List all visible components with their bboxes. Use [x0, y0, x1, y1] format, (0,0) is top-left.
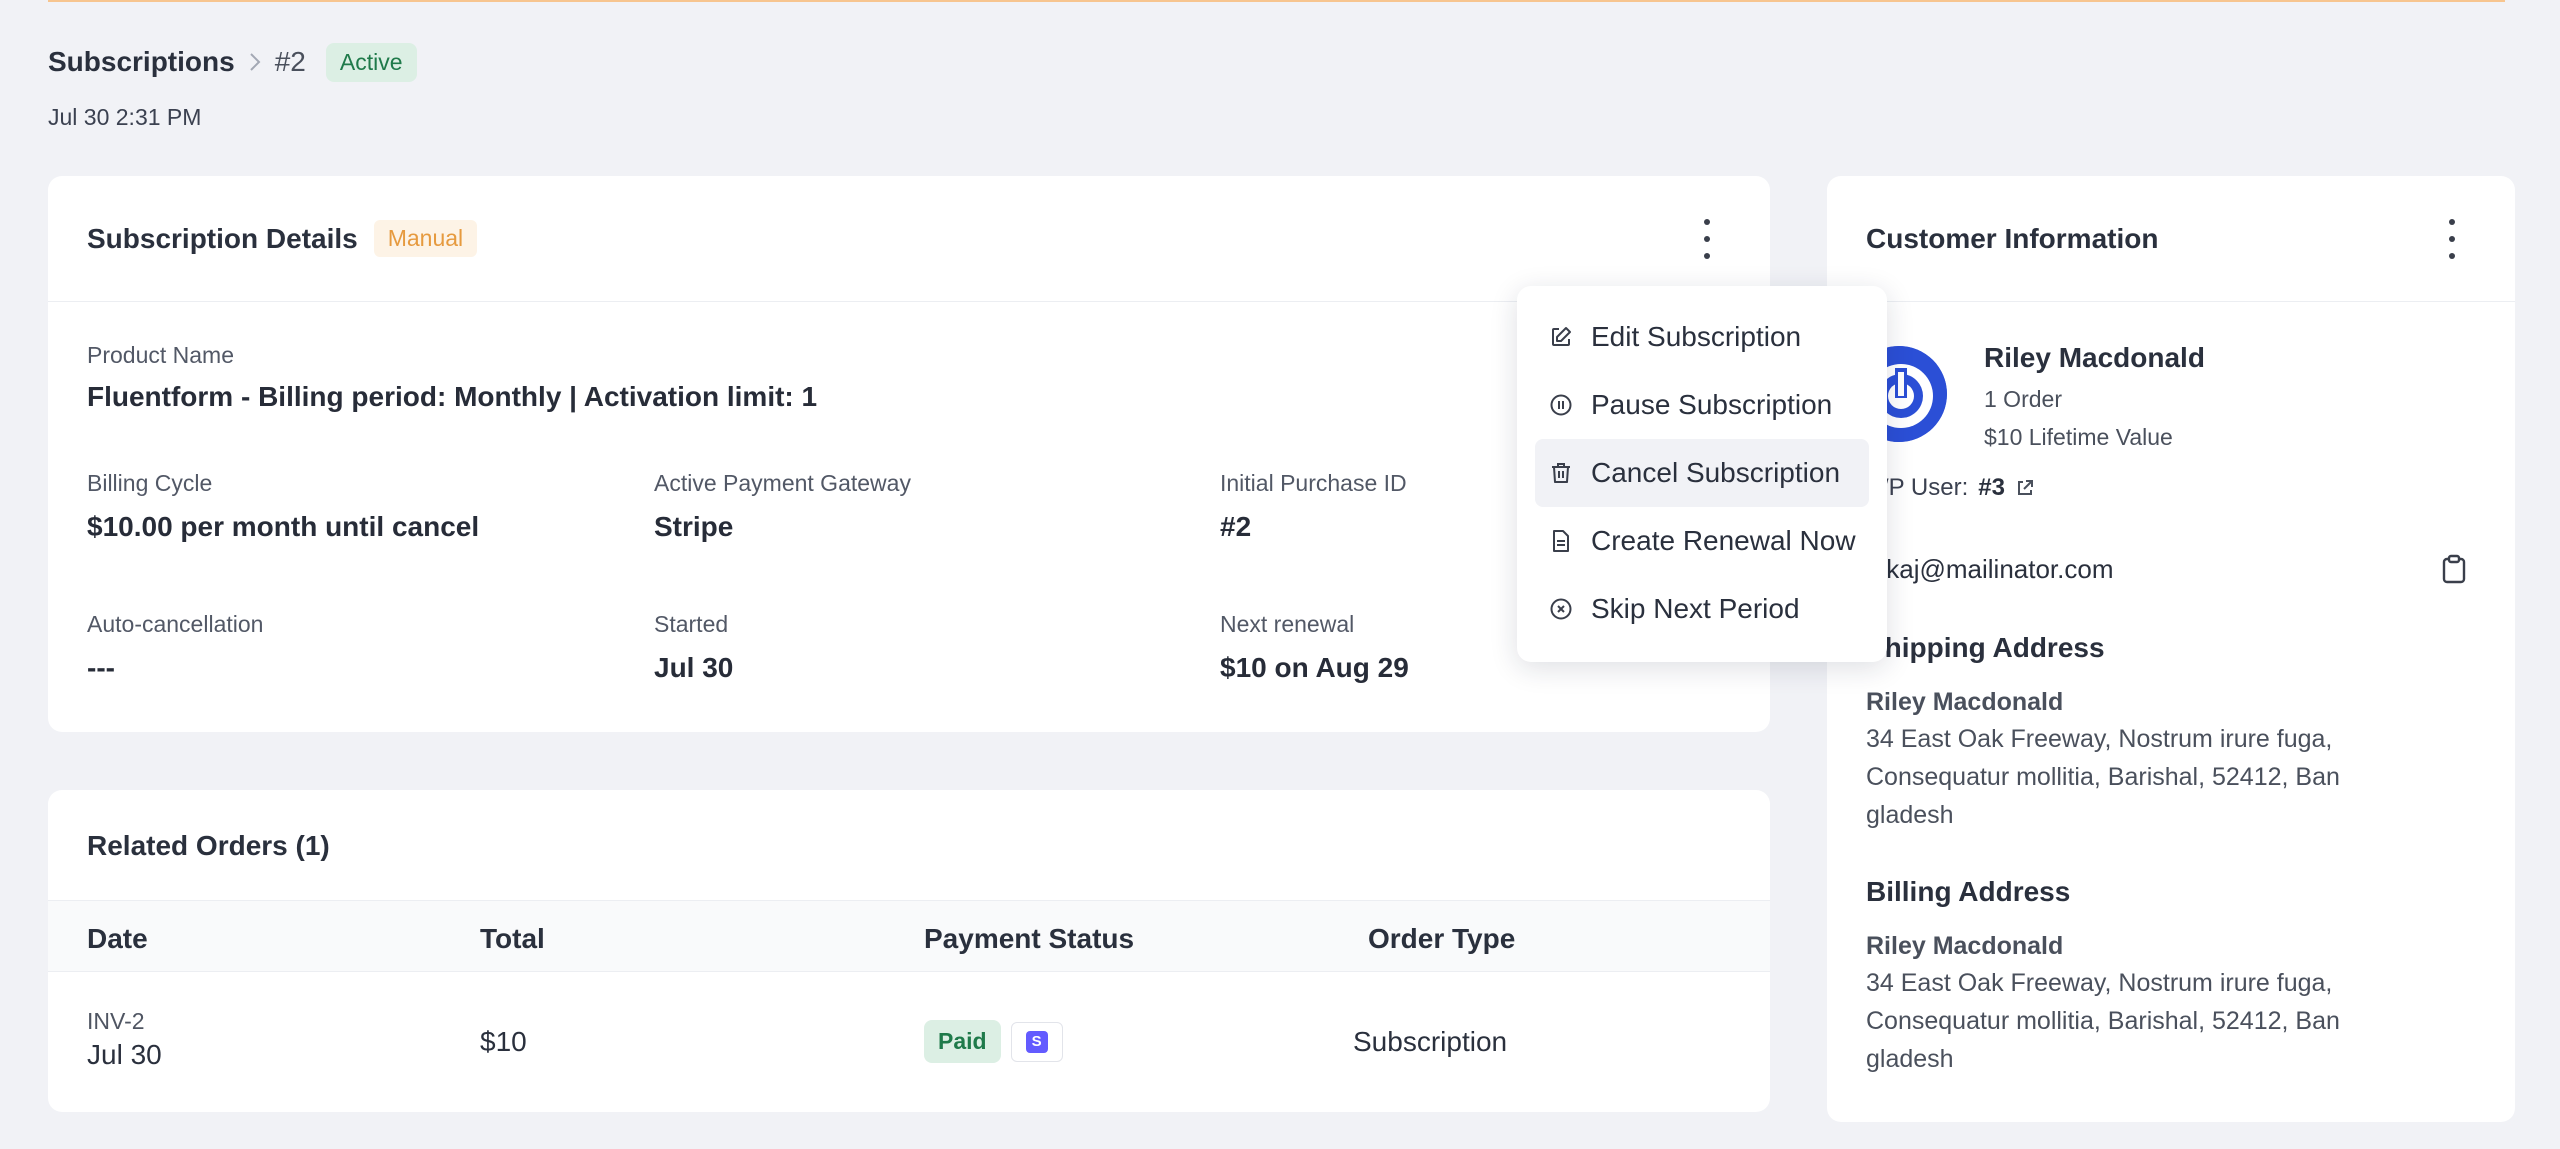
stripe-icon: S — [1010, 1021, 1063, 1062]
customer-email: jekaj@mailinator.com — [1866, 554, 2114, 584]
payment-status-cell: Paid S — [924, 1020, 1063, 1063]
external-link-icon[interactable] — [2015, 478, 2035, 498]
billing-address-title: Billing Address — [1866, 876, 2071, 907]
payment-gateway-label: Active Payment Gateway — [654, 470, 911, 496]
customer-more-options-icon[interactable] — [2437, 218, 2467, 259]
product-name-label: Product Name — [87, 342, 235, 368]
column-total: Total — [480, 923, 545, 954]
order-date: Jul 30 — [87, 1039, 162, 1070]
auto-cancellation-value: --- — [87, 652, 115, 683]
menu-item-edit-subscription[interactable]: Edit Subscription — [1535, 303, 1869, 371]
breadcrumb-subscriptions-link[interactable]: Subscriptions — [48, 46, 235, 78]
column-payment-status: Payment Status — [924, 923, 1135, 954]
billing-name: Riley Macdonald — [1866, 932, 2064, 960]
auto-cancellation-label: Auto-cancellation — [87, 611, 264, 637]
product-name-value: Fluentform - Billing period: Monthly | A… — [87, 381, 818, 412]
started-field: Started Jul 30 — [654, 611, 733, 684]
menu-item-cancel-subscription[interactable]: Cancel Subscription — [1535, 439, 1869, 507]
subscription-id: #2 — [274, 46, 306, 77]
menu-item-label: Pause Subscription — [1591, 389, 1833, 420]
invoice-number[interactable]: INV-2 — [87, 1008, 162, 1035]
stripe-letter: S — [1025, 1030, 1048, 1053]
started-label: Started — [654, 611, 729, 637]
trash-icon — [1552, 463, 1570, 483]
breadcrumb: Subscriptions #2 Active — [48, 40, 417, 84]
next-renewal-label: Next renewal — [1220, 611, 1355, 637]
menu-item-label: Create Renewal Now — [1591, 525, 1856, 556]
wp-user: WP User: #3 — [1866, 474, 2035, 502]
related-orders-title: Related Orders (1) — [87, 830, 330, 861]
order-total: $10 — [480, 1026, 527, 1057]
subscription-date: Jul 30 2:31 PM — [48, 104, 202, 130]
column-date: Date — [87, 923, 148, 954]
billing-address: 34 East Oak Freeway, Nostrum irure fuga,… — [1866, 969, 2340, 1073]
product-name-field: Product Name Fluentform - Billing period… — [87, 342, 817, 413]
subscription-details-card: Subscription Details Manual Product Name… — [48, 176, 1770, 732]
top-accent-line — [48, 0, 2505, 2]
manual-badge: Manual — [373, 220, 478, 257]
paid-badge: Paid — [924, 1020, 1001, 1063]
billing-cycle-field: Billing Cycle $10.00 per month until can… — [87, 470, 479, 543]
document-icon — [1553, 530, 1569, 552]
shipping-address-title: Shipping Address — [1866, 632, 2105, 663]
clipboard-icon[interactable] — [2441, 554, 2467, 589]
menu-item-create-renewal[interactable]: Create Renewal Now — [1535, 507, 1869, 575]
edit-icon — [1552, 327, 1571, 346]
order-type: Subscription — [1353, 1026, 1508, 1057]
orders-table-header: Date Total Payment Status Order Type — [48, 900, 1770, 972]
related-orders-card: Related Orders (1) Date Total Payment St… — [48, 790, 1770, 1112]
menu-item-label: Edit Subscription — [1591, 321, 1802, 352]
chevron-right-icon — [235, 52, 275, 72]
payment-gateway-field: Active Payment Gateway Stripe — [654, 470, 911, 543]
customer-information-title: Customer Information — [1866, 222, 2159, 254]
menu-item-pause-subscription[interactable]: Pause Subscription — [1535, 371, 1869, 439]
menu-item-label: Cancel Subscription — [1591, 457, 1841, 488]
shipping-name: Riley Macdonald — [1866, 688, 2064, 716]
shipping-address: 34 East Oak Freeway, Nostrum irure fuga,… — [1866, 725, 2340, 829]
pause-icon — [1550, 394, 1572, 416]
customer-name[interactable]: Riley Macdonald — [1984, 342, 2205, 374]
order-date-cell: INV-2 Jul 30 — [87, 1008, 162, 1071]
table-row[interactable]: INV-2 Jul 30 $10 Paid S Subscription — [48, 972, 1770, 1112]
subscription-actions-menu: Edit Subscription Pause Subscription Can… — [1517, 286, 1887, 662]
subscription-details-header: Subscription Details Manual — [48, 176, 1770, 302]
close-circle-icon — [1550, 598, 1572, 620]
customer-information-card: Customer Information Riley Macdonald 1 O… — [1827, 176, 2515, 1122]
auto-cancellation-field: Auto-cancellation --- — [87, 611, 263, 684]
wp-user-id[interactable]: #3 — [1978, 474, 2005, 502]
next-renewal-value: $10 on Aug 29 — [1220, 652, 1409, 683]
customer-information-header: Customer Information — [1827, 176, 2515, 302]
customer-lifetime-value: $10 Lifetime Value — [1984, 424, 2173, 450]
initial-purchase-value[interactable]: #2 — [1220, 511, 1407, 543]
next-renewal-field: Next renewal $10 on Aug 29 — [1220, 611, 1409, 684]
column-order-type: Order Type — [1368, 923, 1516, 954]
customer-order-count: 1 Order — [1984, 386, 2062, 412]
billing-cycle-label: Billing Cycle — [87, 470, 213, 496]
payment-gateway-value: Stripe — [654, 511, 734, 542]
billing-cycle-value: $10.00 per month until cancel — [87, 511, 480, 542]
menu-item-label: Skip Next Period — [1591, 593, 1800, 624]
initial-purchase-field: Initial Purchase ID #2 — [1220, 470, 1407, 543]
started-value: Jul 30 — [654, 652, 734, 683]
subscription-details-title: Subscription Details — [87, 222, 358, 254]
status-badge: Active — [325, 42, 417, 82]
initial-purchase-label: Initial Purchase ID — [1220, 470, 1407, 496]
more-options-icon[interactable] — [1692, 218, 1722, 259]
menu-item-skip-next-period[interactable]: Skip Next Period — [1535, 575, 1869, 643]
